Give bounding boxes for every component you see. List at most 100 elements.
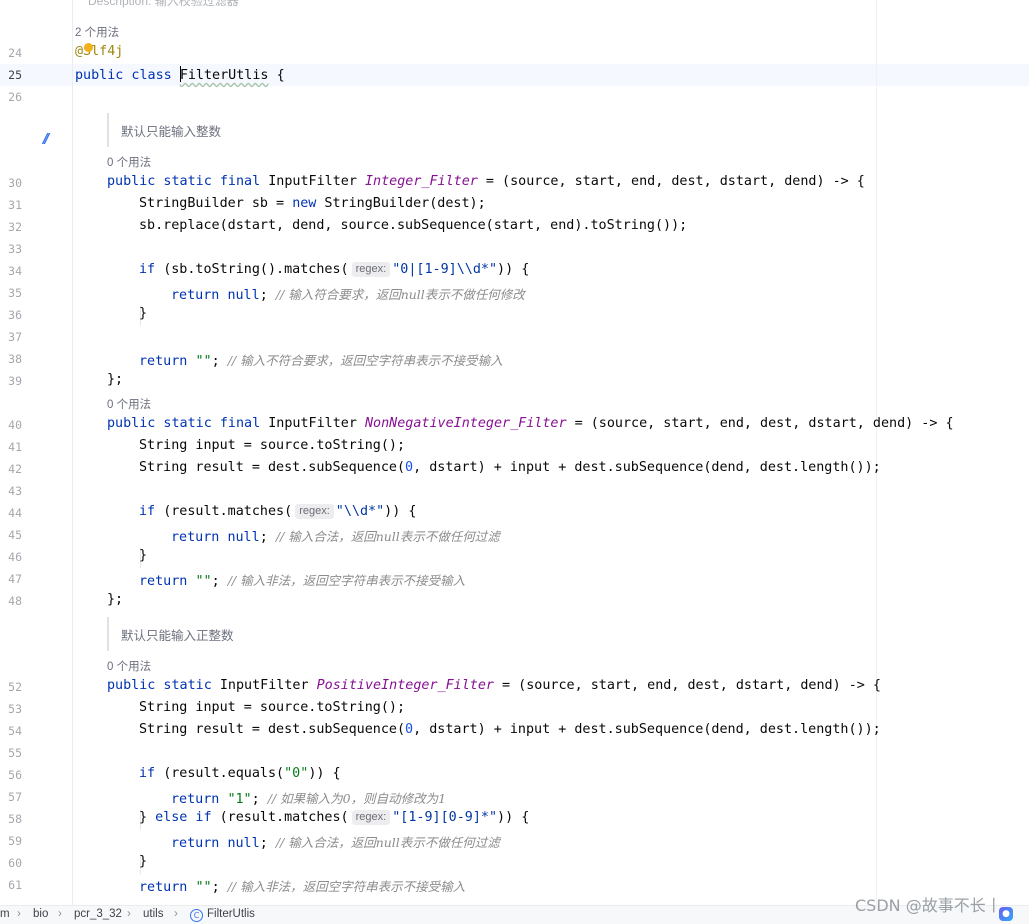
code-line: 58 } else if (result.matches(regex: "[1-9… [0, 808, 1029, 830]
code-text: return "1"; // 如果输入为0，则自动修改为1 [171, 791, 447, 807]
line-number: 58 [8, 812, 22, 826]
comment: // 输入合法，返回null表示不做任何过滤 [275, 835, 500, 850]
ai-assistant-icon[interactable]: ● [999, 907, 1013, 921]
breadcrumb-item[interactable]: m [0, 908, 10, 920]
brace: { [276, 68, 285, 83]
code-text: if (sb.toString().matches(regex: "0|[1-9]… [139, 262, 530, 277]
line-number: 55 [8, 746, 22, 760]
code-line: 47 return ""; // 输入非法，返回空字符串表示不接受输入 [0, 568, 1029, 590]
code-line: 60 } [0, 852, 1029, 874]
field-declaration: public static final InputFilter NonNegat… [107, 416, 954, 431]
code-text: if (result.matches(regex: "\\d*")) { [139, 504, 417, 519]
code-text: } [139, 548, 148, 563]
class-usages[interactable]: 2 个用法 [75, 24, 119, 40]
line-number: 48 [8, 594, 22, 608]
line-number: 39 [8, 374, 22, 388]
code-line: 59 return null; // 输入合法，返回null表示不做任何过滤 [0, 830, 1029, 852]
lightbulb-icon[interactable] [84, 43, 93, 52]
chevron-right-icon: › [174, 908, 178, 920]
line-number: 54 [8, 724, 22, 738]
line-number: 26 [8, 90, 22, 104]
line-number: 34 [8, 264, 22, 278]
param-hint: regex: [295, 504, 334, 519]
line-number: 52 [8, 680, 22, 694]
comment: // 输入不符合要求，返回空字符串表示不接受输入 [227, 353, 503, 368]
code-line: 57 return "1"; // 如果输入为0，则自动修改为1 [0, 786, 1029, 808]
code-text: return ""; // 输入不符合要求，返回空字符串表示不接受输入 [139, 353, 503, 369]
line-number: 53 [8, 702, 22, 716]
chevron-right-icon: › [58, 908, 62, 920]
code-line: 40 public static final InputFilter NonNe… [0, 414, 1029, 436]
rendered-javadoc[interactable]: 默认只能输入正整数 [107, 617, 234, 651]
code-text: } [139, 854, 148, 869]
line-number: 25 [8, 68, 22, 82]
line-number: 24 [8, 46, 22, 60]
ai-gutter-icon[interactable]: // [43, 132, 49, 147]
keyword: public class [75, 68, 172, 83]
line-number: 42 [8, 462, 22, 476]
line-number: 38 [8, 352, 22, 366]
code-text: }; [107, 372, 124, 387]
line-number: 47 [8, 572, 22, 586]
code-line: 42 String result = dest.subSequence(0, d… [0, 458, 1029, 480]
code-line: 31 StringBuilder sb = new StringBuilder(… [0, 194, 1029, 216]
code-line: 52 public static InputFilter PositiveInt… [0, 676, 1029, 698]
partial-doc-text: Description: 输入校验过滤器 [88, 0, 239, 8]
code-line: 36 } [0, 304, 1029, 326]
code-line: 30 public static final InputFilter Integ… [0, 172, 1029, 194]
code-line: 33 [0, 238, 1029, 260]
line-number: 56 [8, 768, 22, 782]
code-line: 25 // public class FilterUtlis { [0, 64, 1029, 147]
line-number: 61 [8, 878, 22, 892]
code-editor[interactable]: Description: 输入校验过滤器 2 个用法 24 @Slf4j 25 … [0, 0, 1029, 905]
code-line: 56 if (result.equals("0")) { [0, 764, 1029, 786]
line-number: 57 [8, 790, 22, 804]
code-line: 35 return null; // 输入符合要求，返回null表示不做任何修改 [0, 282, 1029, 304]
line-number: 36 [8, 308, 22, 322]
line-number: 41 [8, 440, 22, 454]
line-number: 60 [8, 856, 22, 870]
line-number: 43 [8, 484, 22, 498]
code-text: sb.replace(dstart, dend, source.subSeque… [139, 218, 688, 233]
watermark: CSDN @故事不长丨 [855, 896, 1002, 915]
code-line: 41 String input = source.toString(); [0, 436, 1029, 458]
breadcrumb-class-label: FilterUtlis [207, 908, 255, 920]
code-line: 45 return null; // 输入合法，返回null表示不做任何过滤 [0, 524, 1029, 546]
code-text: }; [107, 592, 124, 607]
breadcrumb-class[interactable]: C FilterUtlis [190, 908, 255, 922]
code-text: return ""; // 输入非法，返回空字符串表示不接受输入 [139, 879, 466, 895]
code-text: return null; // 输入符合要求，返回null表示不做任何修改 [171, 287, 525, 303]
method-usages[interactable]: 0 个用法 [107, 154, 151, 170]
comment: // 输入合法，返回null表示不做任何过滤 [275, 529, 500, 544]
code-line: 24 @Slf4j [0, 42, 1029, 64]
param-hint: regex: [351, 262, 391, 277]
code-line: 26 [0, 86, 1029, 108]
code-text: String input = source.toString(); [139, 438, 406, 453]
param-hint: regex: [351, 810, 391, 825]
comment: // 输入非法，返回空字符串表示不接受输入 [227, 573, 466, 588]
breadcrumb-item[interactable]: pcr_3_32 [74, 908, 122, 920]
code-line: 46 } [0, 546, 1029, 568]
code-text: } else if (result.matches(regex: "[1-9][0… [139, 810, 530, 825]
comment: // 如果输入为0，则自动修改为1 [267, 791, 447, 806]
chevron-right-icon: › [17, 908, 21, 920]
line-number: 30 [8, 176, 22, 190]
comment: // 输入符合要求，返回null表示不做任何修改 [275, 287, 525, 302]
code-line: 32 sb.replace(dstart, dend, source.subSe… [0, 216, 1029, 238]
rendered-javadoc[interactable]: 默认只能输入整数 [107, 113, 221, 147]
breadcrumb-item[interactable]: utils [143, 908, 163, 920]
line-number: 59 [8, 834, 22, 848]
field-declaration: public static InputFilter PositiveIntege… [107, 678, 881, 693]
method-usages[interactable]: 0 个用法 [107, 658, 151, 674]
breadcrumb-item[interactable]: bio [33, 908, 48, 920]
code-text: return null; // 输入合法，返回null表示不做任何过滤 [171, 835, 500, 851]
code-line: 38 return ""; // 输入不符合要求，返回空字符串表示不接受输入 [0, 348, 1029, 370]
line-number: 44 [8, 506, 22, 520]
field-declaration: public static final InputFilter Integer_… [107, 174, 865, 189]
code-text: String result = dest.subSequence(0, dsta… [139, 460, 881, 475]
code-line: 48 }; [0, 590, 1029, 612]
line-number: 45 [8, 528, 22, 542]
annotation: @Slf4j [75, 44, 124, 59]
code-line: 37 [0, 326, 1029, 348]
method-usages[interactable]: 0 个用法 [107, 396, 151, 412]
